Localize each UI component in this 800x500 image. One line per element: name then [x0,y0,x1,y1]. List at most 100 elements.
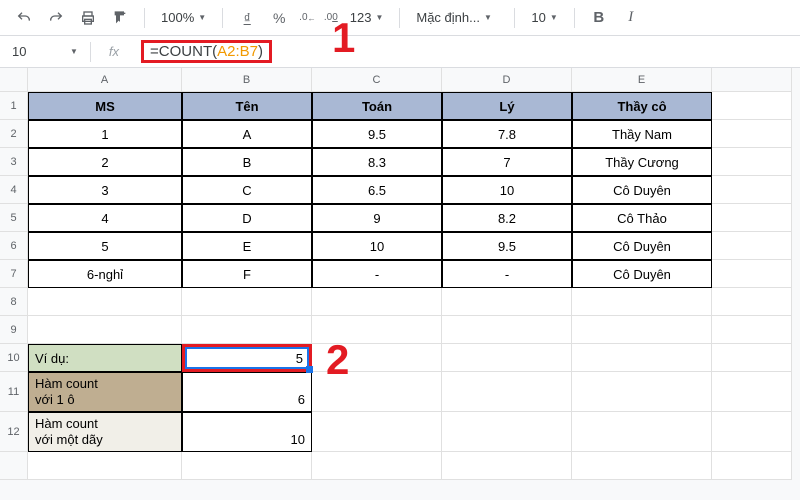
cell-B1[interactable]: Tên [182,92,312,120]
cell[interactable] [312,316,442,344]
cell[interactable] [312,288,442,316]
cell-thayco[interactable]: Thầy Nam [572,120,712,148]
cell-C1[interactable]: Toán [312,92,442,120]
cell[interactable] [712,316,792,344]
fill-handle[interactable] [306,366,313,373]
row-header-12[interactable]: 12 [0,412,28,452]
cell-ly[interactable]: 9.5 [442,232,572,260]
cell-D1[interactable]: Lý [442,92,572,120]
cell[interactable] [28,452,182,480]
increase-decimal-button[interactable]: .00 [324,6,338,30]
cell[interactable] [712,92,792,120]
cell-ms[interactable]: 2 [28,148,182,176]
currency-button[interactable]: ₫ [235,6,259,30]
col-header-A[interactable]: A [28,68,182,92]
cell-A1[interactable]: MS [28,92,182,120]
cell[interactable] [572,452,712,480]
row-header-9[interactable]: 9 [0,316,28,344]
cell[interactable] [442,288,572,316]
col-header-blank[interactable] [712,68,792,92]
cell-A10[interactable]: Ví dụ: [28,344,182,372]
cell[interactable] [442,316,572,344]
zoom-dropdown[interactable]: 100%▼ [157,10,210,25]
cell-ten[interactable]: F [182,260,312,288]
cell-A11[interactable]: Hàm count với 1 ô [28,372,182,412]
cell-B12[interactable]: 10 [182,412,312,452]
cell-thayco[interactable]: Cô Thảo [572,204,712,232]
row-header[interactable]: 7 [0,260,28,288]
italic-button[interactable]: I [619,6,643,30]
cell-ten[interactable]: C [182,176,312,204]
formula-input[interactable]: =COUNT(A2:B7) [133,38,788,65]
row-header[interactable]: 3 [0,148,28,176]
cell-ly[interactable]: 7 [442,148,572,176]
cell[interactable] [28,288,182,316]
col-header-E[interactable]: E [572,68,712,92]
print-button[interactable] [76,6,100,30]
row-header-10[interactable]: 10 [0,344,28,372]
cell[interactable] [712,204,792,232]
font-size-dropdown[interactable]: 10▼ [527,10,561,25]
cell[interactable] [442,412,572,452]
cell[interactable] [712,288,792,316]
cell[interactable] [312,344,442,372]
bold-button[interactable]: B [587,6,611,30]
cell[interactable] [712,176,792,204]
cell-thayco[interactable]: Cô Duyên [572,260,712,288]
cell-toan[interactable]: 9 [312,204,442,232]
cell[interactable] [442,372,572,412]
cell[interactable] [182,288,312,316]
cell-E1[interactable]: Thầy cô [572,92,712,120]
row-header[interactable]: 4 [0,176,28,204]
cell[interactable] [312,412,442,452]
cell[interactable] [572,288,712,316]
cell[interactable] [182,316,312,344]
cell-ms[interactable]: 4 [28,204,182,232]
cell-ten[interactable]: B [182,148,312,176]
row-header[interactable]: 5 [0,204,28,232]
cell[interactable] [28,316,182,344]
col-header-D[interactable]: D [442,68,572,92]
font-dropdown[interactable]: Mặc định...▼ [412,10,502,25]
cell-ly[interactable]: 8.2 [442,204,572,232]
cell-toan[interactable]: 9.5 [312,120,442,148]
cell-A12[interactable]: Hàm count với một dãy [28,412,182,452]
cell[interactable] [182,452,312,480]
cell-B11[interactable]: 6 [182,372,312,412]
cell[interactable] [712,148,792,176]
cell-ten[interactable]: D [182,204,312,232]
cell[interactable] [712,412,792,452]
cell[interactable] [712,120,792,148]
row-header[interactable]: 2 [0,120,28,148]
cell[interactable] [572,344,712,372]
col-header-C[interactable]: C [312,68,442,92]
paint-format-button[interactable] [108,6,132,30]
cell-thayco[interactable]: Cô Duyên [572,176,712,204]
row-header[interactable]: 6 [0,232,28,260]
cell-thayco[interactable]: Thầy Cương [572,148,712,176]
cell-B10-active[interactable]: 5 [182,344,312,372]
cell[interactable] [572,372,712,412]
cell-toan[interactable]: 8.3 [312,148,442,176]
cell-ten[interactable]: E [182,232,312,260]
cell-thayco[interactable]: Cô Duyên [572,232,712,260]
cell[interactable] [712,344,792,372]
cell[interactable] [442,452,572,480]
col-header-B[interactable]: B [182,68,312,92]
cell-ms[interactable]: 6-nghỉ [28,260,182,288]
cell[interactable] [442,344,572,372]
number-format-dropdown[interactable]: 123▼ [346,10,388,25]
cell[interactable] [572,412,712,452]
percent-button[interactable]: % [267,6,291,30]
row-header-1[interactable]: 1 [0,92,28,120]
cell[interactable] [712,372,792,412]
redo-button[interactable] [44,6,68,30]
row-header-8[interactable]: 8 [0,288,28,316]
chevron-down-icon[interactable]: ▼ [70,47,78,56]
cell-toan[interactable]: 10 [312,232,442,260]
row-header-11[interactable]: 11 [0,372,28,412]
cell-ly[interactable]: 7.8 [442,120,572,148]
cell[interactable] [312,372,442,412]
select-all-corner[interactable] [0,68,28,92]
cell-ms[interactable]: 3 [28,176,182,204]
